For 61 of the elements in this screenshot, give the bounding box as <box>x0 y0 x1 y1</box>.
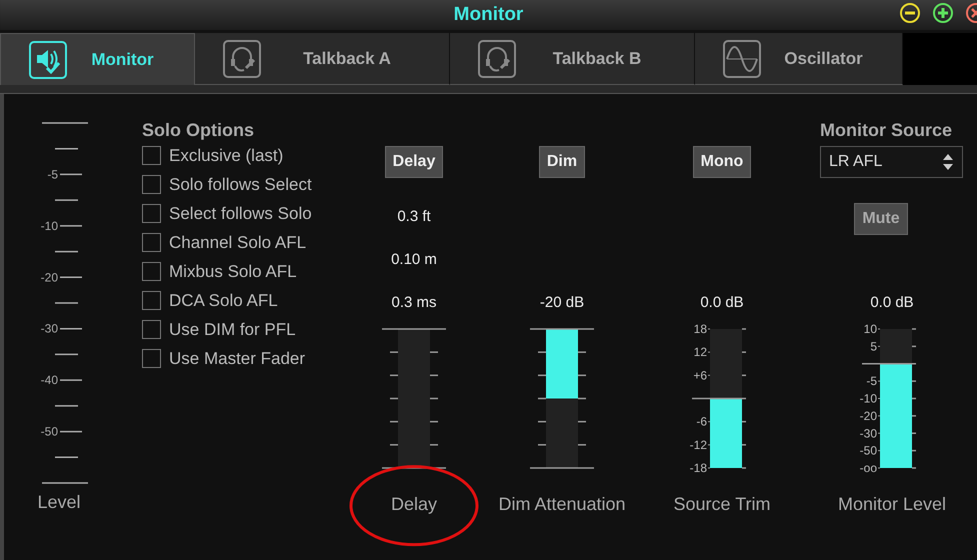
checkbox-option[interactable]: Select follows Solo <box>142 199 354 228</box>
fader-label: Dim Attenuation <box>498 493 626 515</box>
speaker-icon <box>29 40 67 78</box>
scale-label: -6 <box>696 414 707 429</box>
section-heading: Solo Options <box>142 119 255 141</box>
scale-label: 5 <box>870 339 877 354</box>
checkbox-option[interactable]: Channel Solo AFL <box>142 228 354 257</box>
checkbox-option[interactable]: Use DIM for PFL <box>142 315 354 344</box>
scale-label: -10 <box>40 218 58 233</box>
toggle-button[interactable]: Delay <box>384 146 444 178</box>
tab[interactable]: Talkback A <box>195 33 450 85</box>
fader-track[interactable] <box>710 329 742 468</box>
scale-label: -5 <box>866 374 877 388</box>
updown-icon <box>942 153 954 171</box>
scale-label: -40 <box>40 373 58 388</box>
window-title: Monitor <box>454 4 524 26</box>
source-dropdown[interactable]: LR AFL <box>820 146 963 178</box>
scale-label: -18 <box>690 461 707 475</box>
fader-label: Source Trim <box>673 493 771 515</box>
scale-label: -oo <box>860 461 877 475</box>
headset-icon <box>223 40 261 78</box>
scale-label: -50 <box>860 444 877 458</box>
tab[interactable]: Oscillator <box>695 33 903 85</box>
headset-icon <box>478 40 516 78</box>
checkbox-option[interactable]: Mixbus Solo AFL <box>142 257 354 286</box>
fader-label: Delay <box>390 493 438 515</box>
fader-label: Monitor Level <box>838 493 946 515</box>
tab[interactable]: Monitor <box>0 33 195 85</box>
scale-label: 10 <box>864 322 877 336</box>
tab[interactable]: Talkback B <box>450 33 695 85</box>
scale-label: -5 <box>47 167 58 182</box>
scale-label: -30 <box>40 322 58 336</box>
scale-label: -12 <box>690 438 707 452</box>
fader-track[interactable] <box>398 329 430 468</box>
scale-label: -20 <box>40 270 58 284</box>
checkbox-option[interactable]: DCA Solo AFL <box>142 286 354 315</box>
checkbox-option[interactable]: Solo follows Select <box>142 170 354 199</box>
scale-label: 12 <box>694 345 707 360</box>
scale-label: 18 <box>694 322 707 336</box>
toggle-button[interactable]: Dim <box>538 146 586 178</box>
checkbox-option[interactable]: Use Master Fader <box>142 344 354 373</box>
checkbox-option[interactable]: Exclusive (last) <box>142 141 354 170</box>
value-readout: 0.0 dB <box>870 293 914 313</box>
value-readout: 0.3 ft <box>397 207 431 227</box>
section-heading: Monitor Source <box>820 119 954 141</box>
fader-track[interactable] <box>546 329 578 468</box>
scale-label: -50 <box>40 424 58 439</box>
meter-label: Level <box>37 491 81 513</box>
toggle-button[interactable]: Mono <box>692 146 752 178</box>
scale-label: -20 <box>860 408 877 423</box>
minimize-icon[interactable] <box>899 2 921 24</box>
maximize-icon[interactable] <box>932 2 954 24</box>
scale-label: -10 <box>860 392 877 406</box>
value-readout: -20 dB <box>540 293 584 313</box>
scale-label: -30 <box>860 426 877 440</box>
fader-track[interactable] <box>880 329 912 468</box>
sine-wave-icon <box>723 40 761 78</box>
value-readout: 0.3 ms <box>391 293 436 313</box>
value-readout: 0.10 m <box>391 250 437 270</box>
scale-label: +6 <box>693 368 707 382</box>
value-readout: 0.0 dB <box>700 293 744 313</box>
